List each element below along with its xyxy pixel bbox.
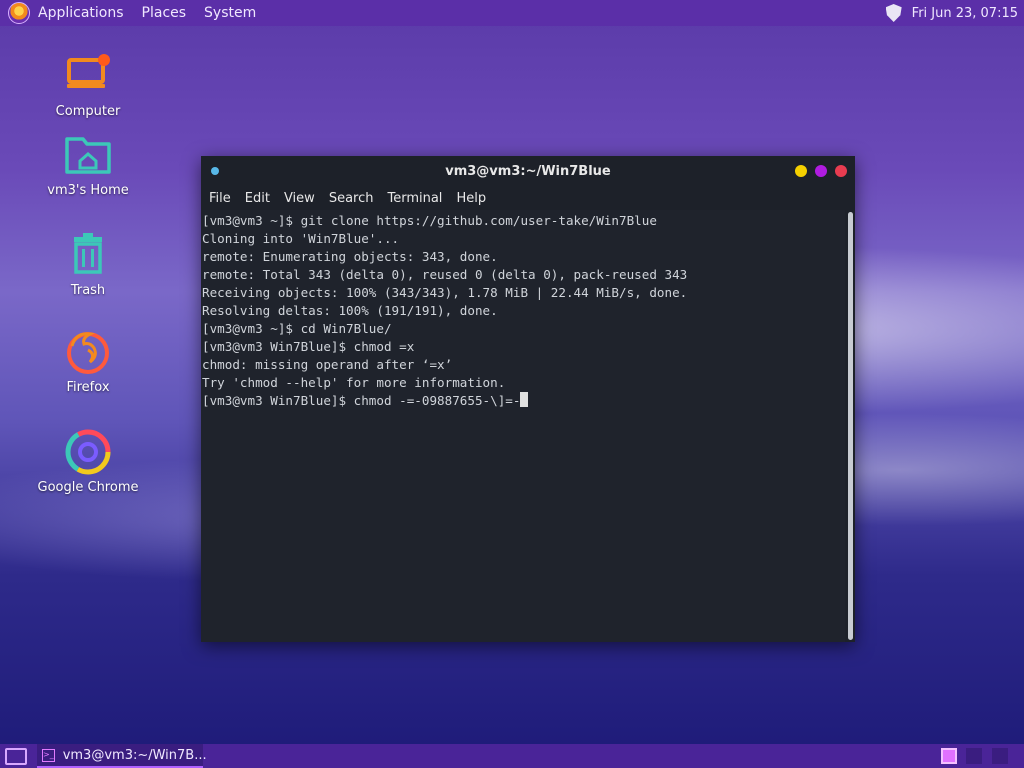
terminal-window[interactable]: vm3@vm3:~/Win7Blue File Edit View Search… (201, 156, 855, 642)
taskbar-item-terminal[interactable]: >_ vm3@vm3:~/Win7B... (37, 744, 207, 768)
terminal-line: remote: Enumerating objects: 343, done. (202, 249, 498, 264)
desktop-icon-label: vm3's Home (47, 183, 129, 198)
menu-view[interactable]: View (284, 191, 315, 206)
top-panel: Applications Places System Fri Jun 23, 0… (0, 0, 1024, 26)
menu-search[interactable]: Search (329, 191, 374, 206)
terminal-scrollbar[interactable] (848, 212, 853, 640)
terminal-icon: >_ (42, 748, 55, 762)
terminal-line: [vm3@vm3 ~]$ cd Win7Blue/ (202, 321, 392, 336)
terminal-line: remote: Total 343 (delta 0), reused 0 (d… (202, 267, 688, 282)
terminal-line: chmod: missing operand after ‘=x’ (202, 357, 453, 372)
terminal-menubar: File Edit View Search Terminal Help (201, 186, 855, 210)
taskbar-item-label: vm3@vm3:~/Win7B... (62, 747, 207, 763)
desktop-icon-label: Firefox (66, 380, 110, 395)
desktop-icon-trash[interactable]: Trash (33, 231, 143, 298)
menu-applications[interactable]: Applications (38, 5, 124, 21)
menu-file[interactable]: File (209, 191, 231, 206)
menu-terminal[interactable]: Terminal (387, 191, 442, 206)
desktop-icon-label: Computer (55, 104, 121, 119)
window-title: vm3@vm3:~/Win7Blue (445, 163, 611, 179)
desktop-icon-computer[interactable]: Computer (33, 52, 143, 119)
clock[interactable]: Fri Jun 23, 07:15 (912, 6, 1018, 21)
computer-icon (64, 52, 112, 100)
terminal-line: Resolving deltas: 100% (191/191), done. (202, 303, 498, 318)
menu-help[interactable]: Help (456, 191, 486, 206)
show-desktop-icon[interactable] (5, 747, 27, 765)
text-cursor (520, 392, 529, 407)
window-menu-icon[interactable] (211, 167, 219, 175)
minimize-button[interactable] (795, 165, 807, 177)
distro-logo-icon[interactable] (8, 2, 30, 24)
desktop-icon-home[interactable]: vm3's Home (33, 131, 143, 198)
workspace-2[interactable] (966, 748, 982, 764)
workspace-1[interactable] (941, 748, 957, 764)
workspace-3[interactable] (992, 748, 1008, 764)
shield-icon[interactable] (885, 4, 902, 22)
terminal-line: [vm3@vm3 ~]$ git clone https://github.co… (202, 213, 657, 228)
menu-places[interactable]: Places (142, 5, 187, 21)
desktop-icon-label: Trash (70, 283, 106, 298)
terminal-line: Cloning into 'Win7Blue'... (202, 231, 400, 246)
menu-edit[interactable]: Edit (245, 191, 270, 206)
desktop-icon-firefox[interactable]: Firefox (33, 328, 143, 395)
home-folder-icon (64, 131, 112, 179)
trash-icon (64, 231, 112, 279)
desktop-icon-chrome[interactable]: Google Chrome (33, 428, 143, 495)
close-button[interactable] (835, 165, 847, 177)
firefox-icon (64, 328, 112, 376)
terminal-line: Receiving objects: 100% (343/343), 1.78 … (202, 285, 688, 300)
chrome-icon (64, 428, 112, 476)
terminal-output[interactable]: [vm3@vm3 ~]$ git clone https://github.co… (201, 210, 845, 642)
terminal-titlebar[interactable]: vm3@vm3:~/Win7Blue (201, 156, 855, 186)
desktop-icon-label: Google Chrome (37, 480, 139, 495)
menu-system[interactable]: System (204, 5, 256, 21)
terminal-line: Try 'chmod --help' for more information. (202, 375, 506, 390)
terminal-line: [vm3@vm3 Win7Blue]$ chmod =x (202, 339, 415, 354)
maximize-button[interactable] (815, 165, 827, 177)
current-command: [vm3@vm3 Win7Blue]$ chmod -=-09887655-\]… (202, 393, 521, 408)
bottom-panel: >_ vm3@vm3:~/Win7B... (0, 744, 1024, 768)
terminal-prompt-line[interactable]: [vm3@vm3 Win7Blue]$ chmod -=-09887655-\]… (202, 392, 845, 410)
